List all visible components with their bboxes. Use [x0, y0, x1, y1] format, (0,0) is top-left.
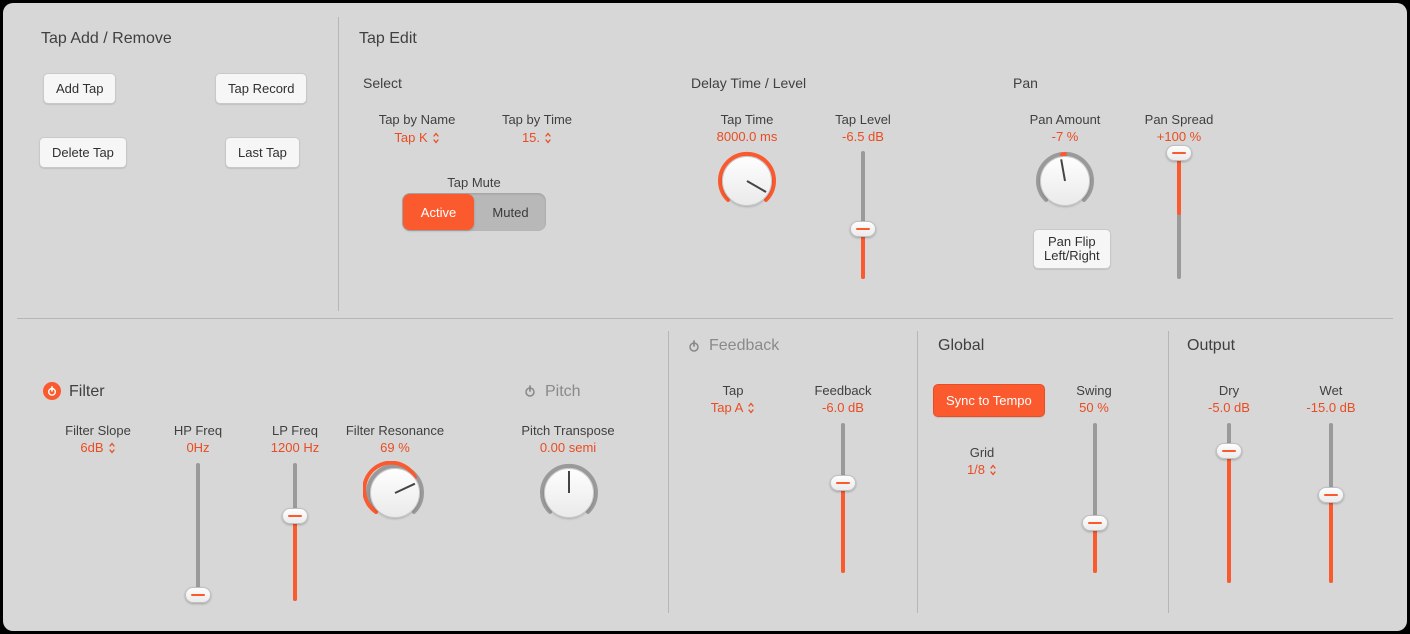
- delete-tap-button[interactable]: Delete Tap: [39, 137, 127, 168]
- feedback-amount-label: Feedback: [803, 383, 883, 398]
- feedback-tap-dropdown[interactable]: Tap A: [693, 400, 773, 415]
- feedback-tap-value: Tap A: [711, 400, 744, 415]
- tap-time-value: 8000.0 ms: [707, 129, 787, 144]
- tap-mute-muted-button[interactable]: Muted: [475, 193, 546, 231]
- filter-slope-label: Filter Slope: [53, 423, 143, 438]
- hp-freq-slider[interactable]: [188, 463, 208, 601]
- tap-by-name-value: Tap K: [394, 130, 427, 145]
- grid-value: 1/8: [967, 462, 985, 477]
- tap-by-time-label: Tap by Time: [497, 112, 577, 127]
- section-tap-edit: Tap Edit: [359, 30, 417, 48]
- section-global: Global: [938, 337, 984, 355]
- filter-res-value: 69 %: [343, 440, 447, 455]
- lp-freq-slider[interactable]: [285, 463, 305, 601]
- filter-slope-dropdown[interactable]: 6dB: [53, 440, 143, 455]
- feedback-power-icon[interactable]: [685, 337, 703, 355]
- tap-by-name-dropdown[interactable]: Tap K: [377, 130, 457, 145]
- lp-freq-label: LP Freq: [255, 423, 335, 438]
- dropdown-arrows-icon: [989, 464, 997, 476]
- tap-record-button[interactable]: Tap Record: [215, 73, 307, 104]
- tap-mute-toggle[interactable]: Active Muted: [402, 193, 546, 231]
- tap-mute-active-button[interactable]: Active: [403, 194, 474, 230]
- lp-freq-value: 1200 Hz: [255, 440, 335, 455]
- dry-value: -5.0 dB: [1197, 400, 1261, 415]
- section-tap-add-remove: Tap Add / Remove: [41, 30, 172, 48]
- grid-dropdown[interactable]: 1/8: [945, 462, 1019, 477]
- tap-time-label: Tap Time: [707, 112, 787, 127]
- sync-to-tempo-button[interactable]: Sync to Tempo: [933, 384, 1045, 417]
- wet-label: Wet: [1299, 383, 1363, 398]
- pan-flip-line1: Pan Flip: [1048, 234, 1096, 249]
- filter-res-knob[interactable]: [363, 461, 427, 525]
- hp-freq-label: HP Freq: [163, 423, 233, 438]
- pitch-power-icon[interactable]: [521, 382, 539, 400]
- grid-label: Grid: [945, 445, 1019, 460]
- section-feedback: Feedback: [709, 337, 779, 355]
- swing-label: Swing: [1059, 383, 1129, 398]
- pan-flip-line2: Left/Right: [1044, 248, 1100, 263]
- pan-amount-label: Pan Amount: [1023, 112, 1107, 127]
- sub-pan-title: Pan: [1013, 75, 1038, 91]
- tap-level-label: Tap Level: [823, 112, 903, 127]
- tap-mute-label: Tap Mute: [402, 175, 546, 190]
- tap-level-slider[interactable]: [853, 151, 873, 279]
- tap-time-knob[interactable]: [715, 149, 779, 213]
- filter-slope-value: 6dB: [80, 440, 103, 455]
- dropdown-arrows-icon: [432, 132, 440, 144]
- pitch-transpose-knob[interactable]: [537, 461, 601, 525]
- feedback-amount-slider[interactable]: [833, 423, 853, 573]
- pitch-transpose-label: Pitch Transpose: [513, 423, 623, 438]
- tap-by-name-label: Tap by Name: [377, 112, 457, 127]
- tap-by-time-value: 15.: [522, 130, 540, 145]
- pan-spread-value: +100 %: [1137, 129, 1221, 144]
- pan-flip-button[interactable]: Pan Flip Left/Right: [1033, 229, 1111, 269]
- section-filter: Filter: [69, 383, 105, 401]
- feedback-amount-value: -6.0 dB: [803, 400, 883, 415]
- dry-label: Dry: [1197, 383, 1261, 398]
- section-output: Output: [1187, 337, 1235, 355]
- dropdown-arrows-icon: [108, 442, 116, 454]
- pan-spread-label: Pan Spread: [1137, 112, 1221, 127]
- filter-res-label: Filter Resonance: [343, 423, 447, 438]
- wet-slider[interactable]: [1321, 423, 1341, 583]
- pan-amount-value: -7 %: [1023, 129, 1107, 144]
- swing-slider[interactable]: [1085, 423, 1105, 573]
- dropdown-arrows-icon: [747, 402, 755, 414]
- pan-amount-knob[interactable]: [1033, 149, 1097, 213]
- filter-power-icon[interactable]: [43, 382, 61, 400]
- sub-select-title: Select: [363, 75, 402, 91]
- dropdown-arrows-icon: [544, 132, 552, 144]
- wet-value: -15.0 dB: [1295, 400, 1367, 415]
- add-tap-button[interactable]: Add Tap: [43, 73, 116, 104]
- dry-slider[interactable]: [1219, 423, 1239, 583]
- pan-spread-slider[interactable]: [1169, 151, 1189, 279]
- feedback-tap-label: Tap: [693, 383, 773, 398]
- sub-delay-title: Delay Time / Level: [691, 75, 806, 91]
- pitch-transpose-value: 0.00 semi: [513, 440, 623, 455]
- tap-by-time-dropdown[interactable]: 15.: [497, 130, 577, 145]
- tap-level-value: -6.5 dB: [823, 129, 903, 144]
- last-tap-button[interactable]: Last Tap: [225, 137, 300, 168]
- swing-value: 50 %: [1059, 400, 1129, 415]
- hp-freq-value: 0Hz: [163, 440, 233, 455]
- section-pitch: Pitch: [545, 383, 581, 401]
